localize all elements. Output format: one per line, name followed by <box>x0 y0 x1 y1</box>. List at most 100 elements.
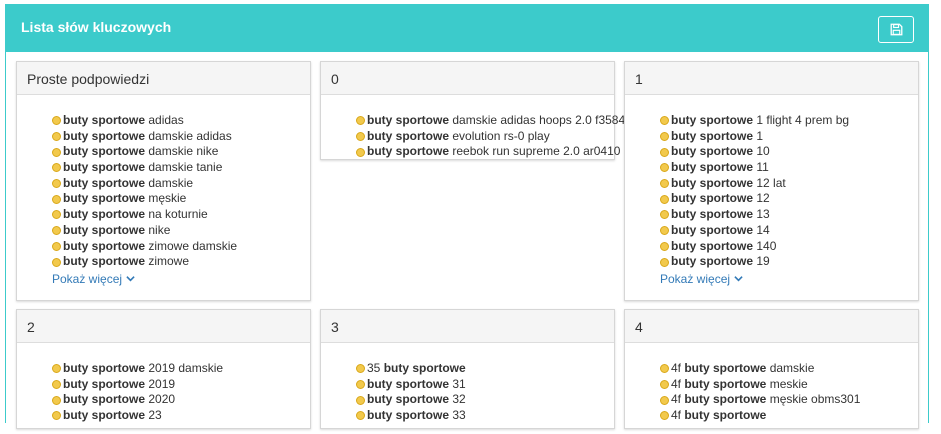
keyword-item[interactable]: buty sportowe zimowe damskie <box>52 239 310 255</box>
keyword-item[interactable]: buty sportowe 2019 damskie <box>52 361 310 377</box>
keyword-suffix: 2019 <box>145 376 176 391</box>
keyword-suffix: damskie tanie <box>145 160 223 175</box>
status-dot-icon <box>660 132 669 142</box>
keyword-list: 35 buty sportowe buty sportowe 31 buty spo… <box>321 343 614 434</box>
keyword-item[interactable]: buty sportowe damskie <box>52 176 310 192</box>
keyword-item[interactable]: buty sportowe damskie nike <box>52 144 310 160</box>
keyword-suffix: na koturnie <box>145 207 208 222</box>
keyword-item[interactable]: buty sportowe 13 <box>660 207 918 223</box>
keyword-item[interactable]: buty sportowe na koturnie <box>52 207 310 223</box>
status-dot-icon <box>52 132 61 142</box>
keyword-item[interactable]: buty sportowe męskie <box>52 191 310 207</box>
keyword-item[interactable]: buty sportowe adidas <box>52 113 310 129</box>
keyword-item[interactable]: buty sportowe 31 <box>356 377 614 393</box>
save-button[interactable] <box>878 16 914 43</box>
keyword-item[interactable]: buty sportowe 11 <box>660 160 918 176</box>
keyword-item[interactable]: buty sportowe 23 <box>52 408 310 424</box>
status-dot-icon <box>52 257 61 267</box>
keyword-core: buty sportowe <box>671 191 754 206</box>
keyword-item[interactable]: buty sportowe 140 <box>660 239 918 255</box>
keyword-item[interactable]: buty sportowe damskie tanie <box>52 160 310 176</box>
keyword-item[interactable]: 4f buty sportowe meskie <box>660 377 918 393</box>
keyword-item[interactable]: 4f buty sportowe damskie <box>660 361 918 377</box>
keyword-panel: 3 35 buty sportowe buty sportowe 31 buty sp… <box>320 309 615 429</box>
keyword-core: buty sportowe <box>367 144 450 159</box>
status-dot-icon <box>660 179 669 189</box>
keyword-item[interactable]: 4f buty sportowe męskie obms301 <box>660 392 918 408</box>
keyword-item[interactable]: buty sportowe 14 <box>660 223 918 239</box>
keyword-item[interactable]: buty sportowe 1 flight 4 prem bg <box>660 113 918 129</box>
keyword-item[interactable]: buty sportowe zimowe <box>52 254 310 270</box>
keyword-core: buty sportowe <box>367 128 450 143</box>
keyword-item[interactable]: buty sportowe 12 <box>660 191 918 207</box>
status-dot-icon <box>52 163 61 173</box>
keyword-core: buty sportowe <box>671 144 754 159</box>
keyword-item[interactable]: buty sportowe damskie adidas <box>52 129 310 145</box>
chevron-down-icon <box>126 276 135 282</box>
status-dot-icon <box>356 380 365 390</box>
status-dot-icon <box>660 116 669 126</box>
status-dot-icon <box>52 380 61 390</box>
status-dot-icon <box>356 132 365 142</box>
status-dot-icon <box>660 241 669 251</box>
keyword-suffix: męskie obms301 <box>766 392 861 407</box>
header-bar: Lista słów kluczowych <box>6 5 928 52</box>
keyword-suffix: zimowe damskie <box>145 238 238 253</box>
keyword-item[interactable]: buty sportowe 10 <box>660 144 918 160</box>
status-dot-icon <box>52 411 61 421</box>
keyword-suffix: 33 <box>449 408 466 423</box>
keyword-core: buty sportowe <box>671 222 754 237</box>
status-dot-icon <box>52 194 61 204</box>
status-dot-icon <box>52 395 61 405</box>
keyword-core: buty sportowe <box>684 376 767 391</box>
keyword-panel: 0 buty sportowe damskie adidas hoops 2.0 … <box>320 61 632 160</box>
panel-title: 2 <box>17 310 310 343</box>
status-dot-icon <box>660 210 669 220</box>
status-dot-icon <box>356 395 365 405</box>
keyword-suffix: 31 <box>449 376 466 391</box>
keyword-item[interactable]: buty sportowe 19 <box>660 254 918 270</box>
status-dot-icon <box>660 226 669 236</box>
keyword-core: buty sportowe <box>671 160 754 175</box>
keyword-core: buty sportowe <box>63 160 146 175</box>
keyword-list: buty sportowe 2019 damskie buty sportowe … <box>17 343 310 434</box>
panel-title: 3 <box>321 310 614 343</box>
keyword-core: buty sportowe <box>63 361 146 375</box>
keyword-item[interactable]: buty sportowe evolution rs-0 play <box>356 129 614 145</box>
status-dot-icon <box>52 179 61 189</box>
show-more-link[interactable]: Pokaż więcej <box>660 271 743 287</box>
keyword-core: buty sportowe <box>63 113 146 127</box>
keyword-panel: 1 buty sportowe 1 flight 4 prem bg buty sp… <box>624 61 919 301</box>
keyword-suffix: 2020 <box>145 392 176 407</box>
keyword-list: 4f buty sportowe damskie 4f buty sportowe… <box>625 343 918 434</box>
keyword-item[interactable]: buty sportowe 1 <box>660 129 918 145</box>
keyword-panel: 2 buty sportowe 2019 damskie buty sportowe… <box>16 309 311 429</box>
keyword-item[interactable]: buty sportowe 33 <box>356 408 614 424</box>
keyword-item[interactable]: 35 buty sportowe <box>356 361 614 377</box>
keyword-suffix: adidas <box>145 113 184 127</box>
keyword-item[interactable]: buty sportowe nike <box>52 223 310 239</box>
keyword-item[interactable]: buty sportowe 12 lat <box>660 176 918 192</box>
keyword-item[interactable]: buty sportowe 2020 <box>52 392 310 408</box>
keyword-core: buty sportowe <box>63 392 146 407</box>
keyword-item[interactable]: buty sportowe reebok run supreme 2.0 ar0… <box>356 144 620 160</box>
keyword-suffix: evolution rs-0 play <box>449 128 550 143</box>
keyword-core: buty sportowe <box>367 376 450 391</box>
keyword-suffix: 13 <box>753 207 770 222</box>
keyword-item[interactable]: 4f buty sportowe <box>660 408 918 424</box>
keyword-core: buty sportowe <box>684 361 767 375</box>
keyword-item[interactable]: buty sportowe damskie adidas hoops 2.0 f… <box>356 113 632 129</box>
keyword-suffix: 12 lat <box>753 175 786 190</box>
keyword-item[interactable]: buty sportowe 2019 <box>52 377 310 393</box>
keyword-suffix: 1 <box>753 128 764 143</box>
keyword-item[interactable]: buty sportowe 32 <box>356 392 614 408</box>
keyword-suffix: damskie adidas hoops 2.0 f35845 <box>449 113 632 127</box>
keyword-core: buty sportowe <box>63 144 146 159</box>
show-more-label: Pokaż więcej <box>52 271 123 286</box>
show-more-link[interactable]: Pokaż więcej <box>52 271 135 287</box>
keyword-suffix: 2019 damskie <box>145 361 224 375</box>
status-dot-icon <box>52 226 61 236</box>
keyword-core: buty sportowe <box>63 207 146 222</box>
keyword-core: buty sportowe <box>671 238 754 253</box>
status-dot-icon <box>52 210 61 220</box>
